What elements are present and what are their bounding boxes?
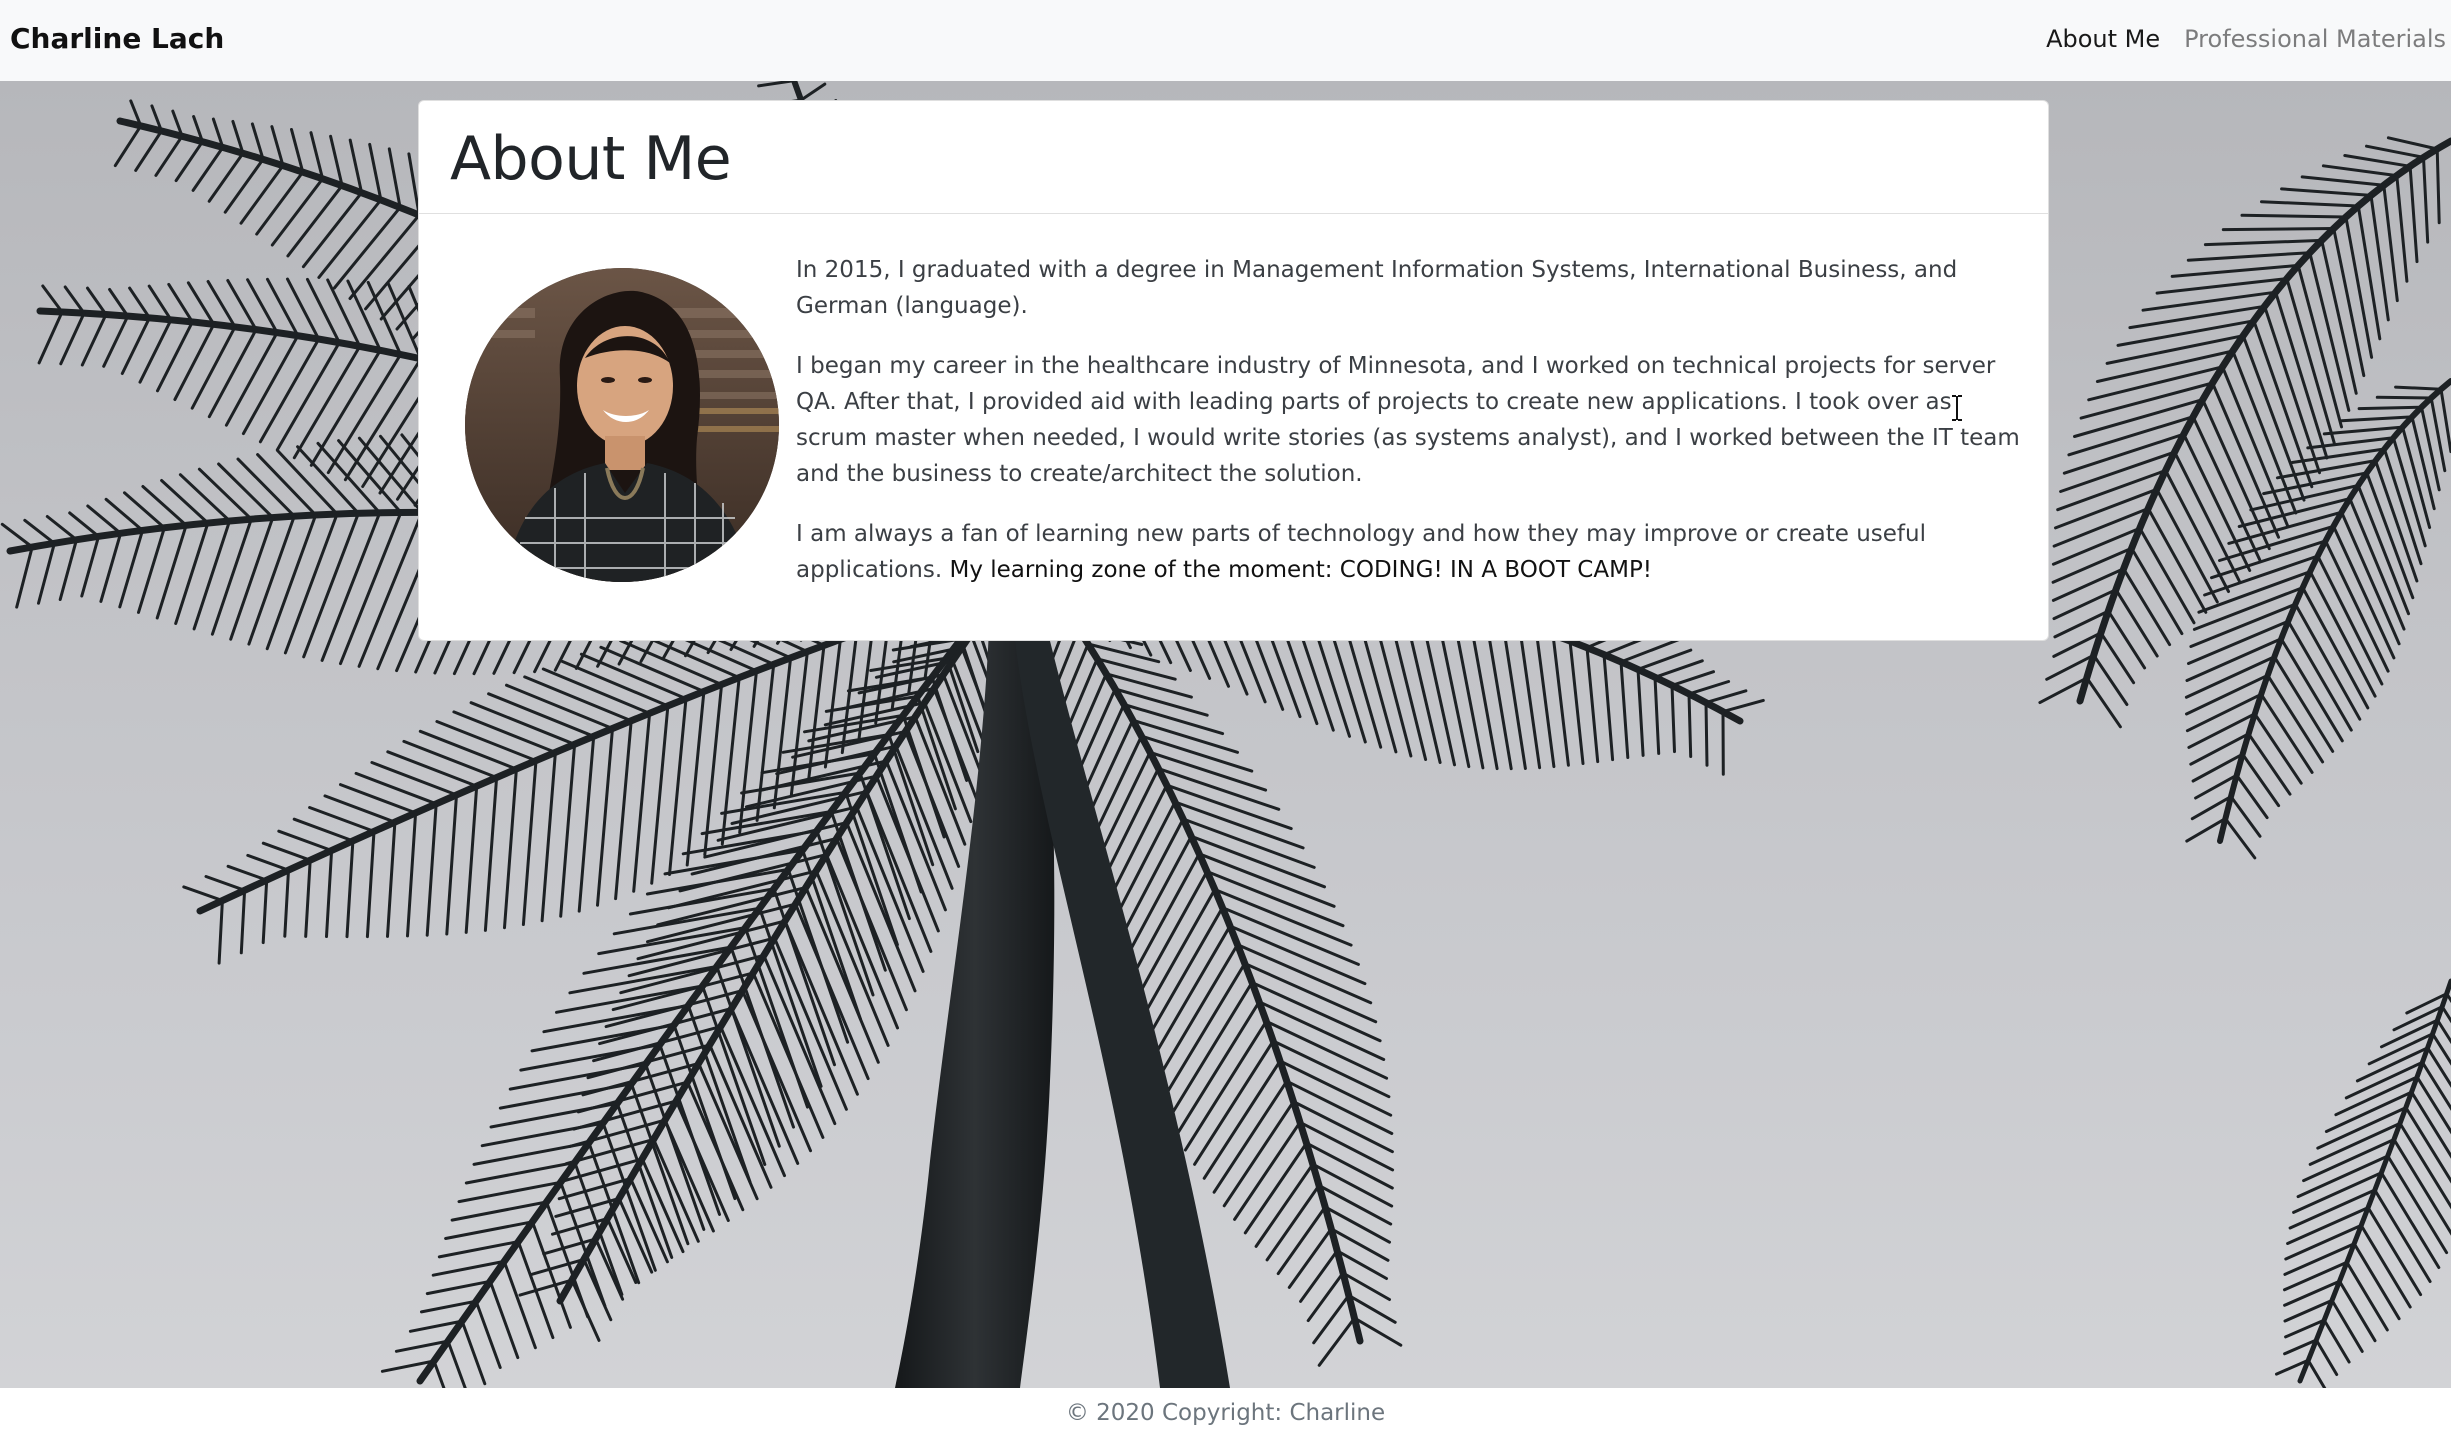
about-card: About Me In 2015, I graduated with a deg… <box>418 100 2049 641</box>
top-navbar: Charline Lach About Me Professional Mate… <box>0 0 2451 81</box>
page-footer: © 2020 Copyright: Charline <box>0 1388 2451 1440</box>
bio-paragraph-education: In 2015, I graduated with a degree in Ma… <box>796 257 1958 319</box>
bio-paragraph-learning: I am always a fan of learning new parts … <box>796 516 2029 588</box>
nav-link-professional-materials[interactable]: Professional Materials <box>2184 25 2446 53</box>
bio-paragraph-career: I began my career in the healthcare indu… <box>796 353 2020 487</box>
profile-photo <box>465 268 779 582</box>
portrait-image <box>465 268 779 582</box>
bio-learning-emphasis: My learning zone of the moment: CODING! … <box>949 557 1653 583</box>
navbar-brand[interactable]: Charline Lach <box>10 22 224 55</box>
nav-links: About Me Professional Materials <box>2046 25 2446 53</box>
about-bio: In 2015, I graduated with a degree in Ma… <box>796 252 2029 612</box>
page-title: About Me <box>450 124 732 194</box>
copyright-text: © 2020 Copyright: Charline <box>1065 1400 1386 1426</box>
page: Charline Lach About Me Professional Mate… <box>0 0 2451 1440</box>
card-header: About Me <box>419 101 2048 214</box>
nav-link-about-me[interactable]: About Me <box>2046 25 2160 53</box>
